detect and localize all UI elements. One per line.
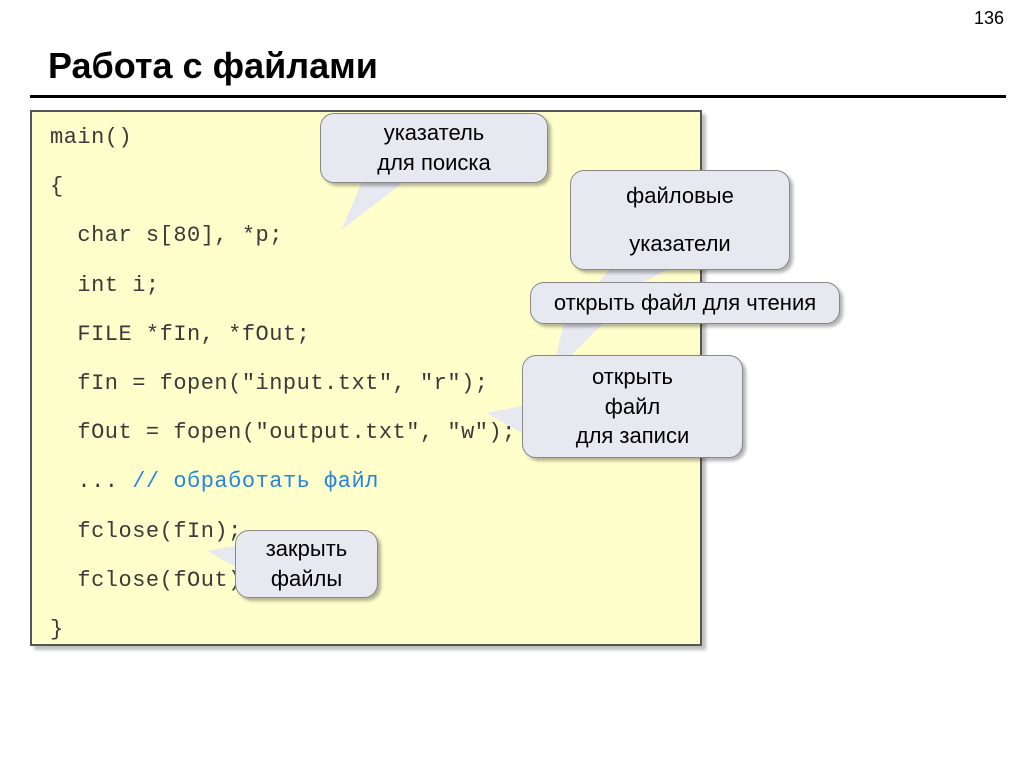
callout-open-read: открыть файл для чтения xyxy=(530,282,840,324)
page-number: 136 xyxy=(974,8,1004,29)
callout-text: для поиска xyxy=(377,148,490,178)
callout-text: закрыть xyxy=(266,534,348,564)
callout-text: указатели xyxy=(629,229,730,259)
callout-text: открыть xyxy=(592,362,673,392)
callout-pointer-search: указатель для поиска xyxy=(320,113,548,183)
code-comment: // обработать файл xyxy=(132,469,379,494)
callout-text: файлы xyxy=(271,564,342,594)
callout-text: для записи xyxy=(576,421,690,451)
title-underline xyxy=(30,95,1006,98)
code-line: } xyxy=(50,618,682,642)
callout-open-write: открыть файл для записи xyxy=(522,355,743,458)
callout-text: файл xyxy=(605,392,660,422)
callout-text: файловые xyxy=(626,181,734,211)
slide-title: Работа с файлами xyxy=(48,45,378,87)
callout-text: указатель xyxy=(384,118,485,148)
callout-text: открыть файл для чтения xyxy=(554,288,816,318)
callout-tail xyxy=(486,405,526,435)
code-line: ... // обработать файл xyxy=(50,470,682,494)
callout-close-files: закрыть файлы xyxy=(235,530,378,598)
callout-file-pointers: файловые указатели xyxy=(570,170,790,270)
